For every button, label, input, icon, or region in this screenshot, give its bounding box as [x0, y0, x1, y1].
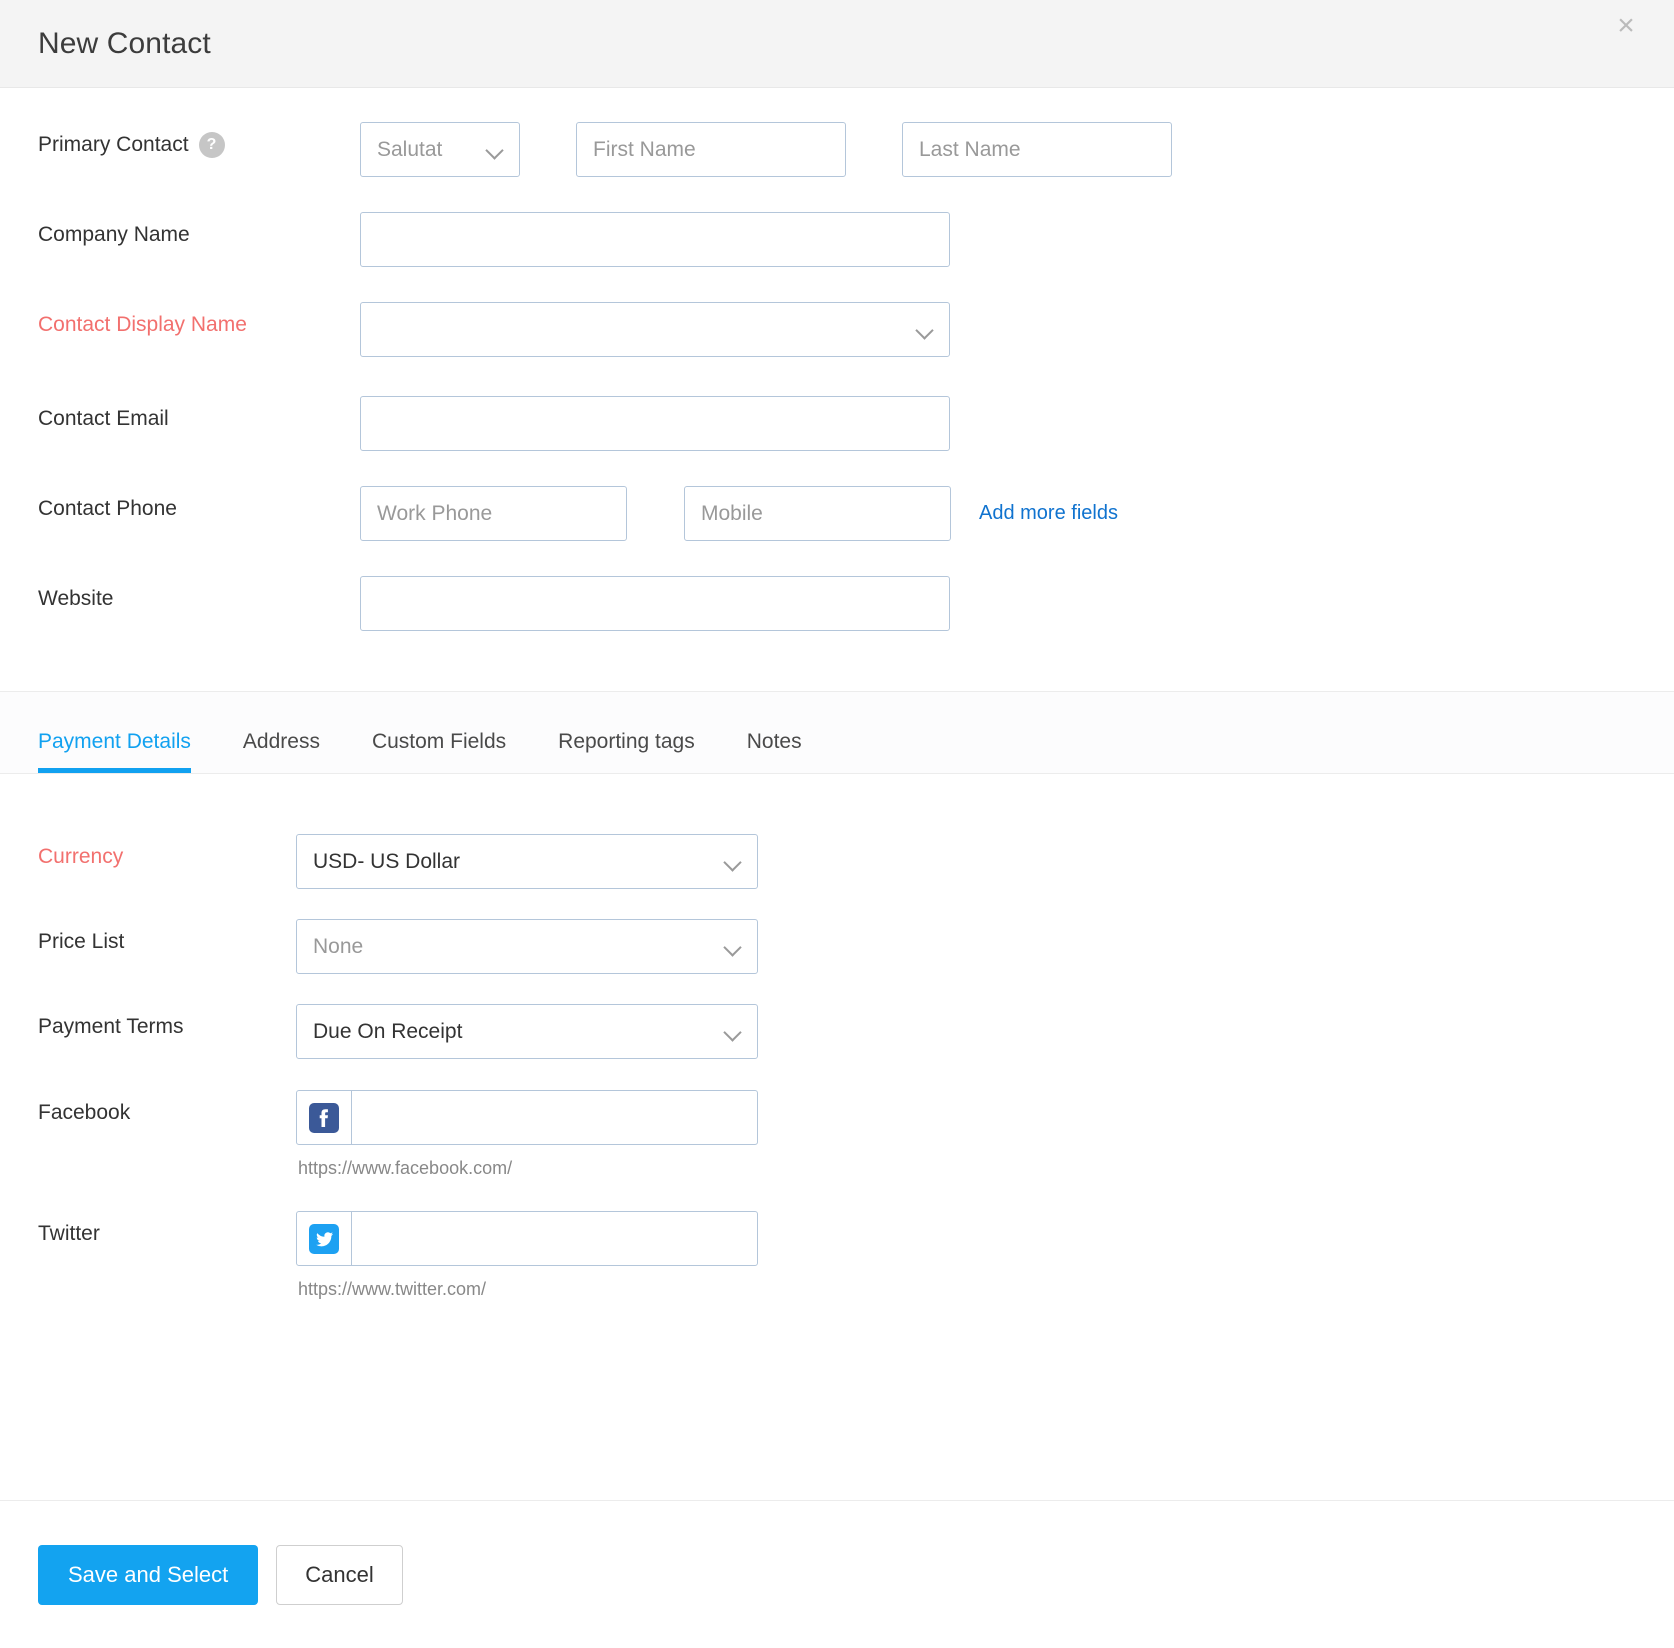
form-row-price-list: Price List None [0, 919, 1674, 974]
twitter-controls: https://www.twitter.com/ [296, 1211, 758, 1300]
contact-phone-label: Contact Phone [38, 497, 177, 520]
payment-terms-controls: Due On Receipt [296, 1004, 758, 1059]
price-list-select[interactable]: None [296, 919, 758, 974]
website-label: Website [38, 587, 114, 610]
facebook-controls: https://www.facebook.com/ [296, 1090, 758, 1179]
chevron-down-icon [725, 1024, 741, 1040]
currency-value: USD- US Dollar [313, 849, 461, 873]
price-list-select-box[interactable]: None [296, 919, 758, 974]
payment-details-panel: Currency USD- US Dollar Price List None … [0, 774, 1674, 1300]
primary-contact-label-text: Primary Contact [38, 133, 189, 156]
primary-contact-label: Primary Contact? [38, 122, 360, 159]
tab-custom-fields[interactable]: Custom Fields [372, 731, 506, 773]
salutation-value: Salutat [377, 137, 443, 161]
page-title: New Contact [38, 26, 211, 60]
contact-display-name-label-text: Contact Display Name [38, 313, 247, 336]
facebook-icon [297, 1091, 352, 1144]
contact-display-name-select-box[interactable] [360, 302, 950, 357]
facebook-hint: https://www.facebook.com/ [298, 1158, 513, 1178]
contact-phone-controls: Add more fields [360, 486, 1118, 541]
mobile-input[interactable] [684, 486, 951, 541]
form-row-contact-email: Contact Email [0, 396, 1674, 451]
company-name-controls [360, 212, 950, 267]
price-list-controls: None [296, 919, 758, 974]
form-row-website: Website [0, 576, 1674, 631]
work-phone-input[interactable] [360, 486, 627, 541]
chevron-down-icon [487, 142, 503, 158]
chevron-down-icon [725, 939, 741, 955]
twitter-label: Twitter [38, 1222, 100, 1245]
add-more-fields-link[interactable]: Add more fields [979, 502, 1118, 525]
contact-display-name-select[interactable] [360, 302, 950, 357]
primary-form: Primary Contact? Salutat Company Name Co… [0, 122, 1674, 631]
contact-email-controls [360, 396, 950, 451]
currency-select-box[interactable]: USD- US Dollar [296, 834, 758, 889]
last-name-input[interactable] [902, 122, 1172, 177]
modal-header: New Contact × [0, 0, 1674, 88]
price-list-label: Price List [38, 930, 125, 953]
chevron-down-icon [725, 854, 741, 870]
form-row-contact-phone: Contact Phone Add more fields [0, 486, 1674, 541]
tab-address[interactable]: Address [243, 731, 320, 773]
twitter-hint: https://www.twitter.com/ [298, 1279, 487, 1299]
salutation-select-box[interactable]: Salutat [360, 122, 520, 177]
form-row-company-name: Company Name [0, 212, 1674, 267]
help-icon[interactable]: ? [198, 132, 225, 158]
website-controls [360, 576, 950, 631]
modal-footer: Save and Select Cancel [0, 1500, 1674, 1648]
payment-terms-label: Payment Terms [38, 1015, 184, 1038]
close-icon[interactable]: × [1606, 6, 1646, 46]
form-row-facebook: Facebook https://www.facebook.com/ [0, 1090, 1674, 1179]
form-row-contact-display-name: Contact Display Name [0, 302, 1674, 357]
currency-controls: USD- US Dollar [296, 834, 758, 889]
price-list-value: None [313, 934, 364, 958]
form-row-twitter: Twitter https://www.twitter.com/ [0, 1211, 1674, 1300]
twitter-input-group [296, 1211, 758, 1266]
facebook-label: Facebook [38, 1101, 131, 1124]
cancel-button[interactable]: Cancel [276, 1544, 403, 1605]
payment-terms-select[interactable]: Due On Receipt [296, 1004, 758, 1059]
currency-label: Currency [38, 845, 124, 868]
currency-select[interactable]: USD- US Dollar [296, 834, 758, 889]
website-input[interactable] [360, 576, 950, 631]
chevron-down-icon [917, 322, 933, 338]
tab-bar: Payment Details Address Custom Fields Re… [0, 691, 1674, 774]
facebook-input[interactable] [352, 1091, 757, 1144]
form-row-payment-terms: Payment Terms Due On Receipt [0, 1004, 1674, 1059]
company-name-label: Company Name [38, 223, 190, 246]
tab-notes[interactable]: Notes [747, 731, 802, 773]
contact-display-name-label: Contact Display Name [38, 302, 360, 339]
contact-email-input[interactable] [360, 396, 950, 451]
tab-reporting-tags[interactable]: Reporting tags [558, 731, 695, 773]
tab-payment-details[interactable]: Payment Details [38, 731, 191, 773]
payment-terms-select-box[interactable]: Due On Receipt [296, 1004, 758, 1059]
contact-display-name-controls [360, 302, 950, 357]
form-row-currency: Currency USD- US Dollar [0, 834, 1674, 889]
form-row-primary-contact: Primary Contact? Salutat [0, 122, 1674, 177]
facebook-input-group [296, 1090, 758, 1145]
primary-contact-controls: Salutat [360, 122, 1172, 177]
payment-terms-value: Due On Receipt [313, 1019, 463, 1043]
twitter-icon [297, 1212, 352, 1265]
company-name-input[interactable] [360, 212, 950, 267]
contact-email-label: Contact Email [38, 407, 169, 430]
first-name-input[interactable] [576, 122, 846, 177]
save-and-select-button[interactable]: Save and Select [38, 1544, 259, 1605]
salutation-select[interactable]: Salutat [360, 122, 520, 177]
twitter-input[interactable] [352, 1212, 757, 1265]
